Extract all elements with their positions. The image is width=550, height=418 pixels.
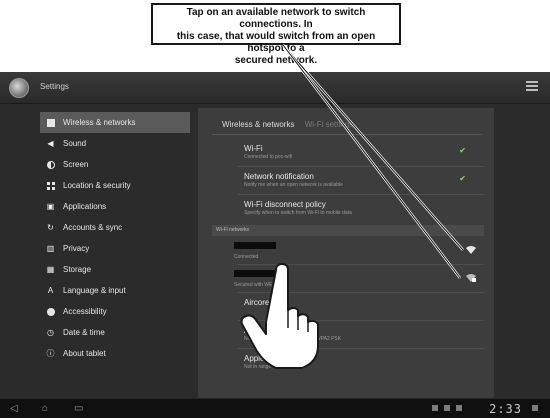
disconnect-title: Wi-Fi disconnect policy (244, 200, 326, 209)
network-status: Connected (234, 254, 259, 260)
download-icon (444, 405, 450, 411)
system-navigation-bar: ◁ ⌂ ▭ 2:33 (0, 398, 550, 418)
sidebar-item-location-security[interactable]: Location & security (40, 175, 190, 196)
privacy-icon: ▥ (46, 244, 55, 253)
wifi-toggle-row[interactable]: Wi-Fi Connected to poc-wifi ✔ (244, 144, 484, 160)
settings-categories: Wireless & networks ◀ Sound Screen Locat… (40, 112, 190, 364)
sidebar-item-privacy[interactable]: ▥ Privacy (40, 238, 190, 259)
wifi-networks-header: Wi-Fi networks (212, 225, 484, 236)
instruction-callout: Tap on an available network to switch co… (151, 3, 401, 66)
divider (238, 166, 484, 167)
notification-subtitle: Notify me when an open network is availa… (244, 182, 343, 188)
wifi-status-icon (532, 405, 538, 411)
usb-icon (432, 405, 438, 411)
tap-hand-icon (240, 263, 319, 369)
sidebar-item-accounts-sync[interactable]: ↻ Accounts & sync (40, 217, 190, 238)
sidebar-item-label: Applications (63, 202, 107, 211)
grid-icon (46, 181, 55, 190)
clock[interactable]: 2:33 (489, 402, 522, 416)
wifi-secured-icon (466, 274, 476, 282)
sidebar-item-storage[interactable]: ▦ Storage (40, 259, 190, 280)
overflow-menu-icon[interactable] (526, 81, 538, 93)
disconnect-subtitle: Specify when to switch from Wi-Fi to mob… (244, 210, 352, 216)
info-icon: ⓘ (46, 349, 55, 358)
wifi-checkbox[interactable]: ✔ (459, 146, 466, 155)
app-title: Settings (40, 82, 69, 91)
sidebar-item-label: Screen (63, 160, 89, 169)
sidebar-item-applications[interactable]: ▣ Applications (40, 196, 190, 217)
accessibility-icon (46, 307, 55, 316)
notification-title: Network notification (244, 172, 314, 181)
callout-line-1: Tap on an available network to switch co… (186, 7, 366, 30)
panel-subtitle: Wi-Fi settings (304, 120, 354, 129)
sidebar-item-label: Privacy (63, 244, 90, 253)
brightness-icon (46, 160, 55, 169)
home-icon[interactable]: ⌂ (42, 403, 48, 414)
recent-apps-icon[interactable]: ▭ (74, 403, 83, 414)
sidebar-item-label: Date & time (63, 328, 105, 337)
divider (238, 194, 484, 195)
callout-line-2: this case, that would switch from an ope… (176, 31, 376, 54)
sidebar-item-label: Accounts & sync (63, 223, 123, 232)
notification-icon (456, 405, 462, 411)
wifi-signal-icon (466, 246, 476, 254)
sidebar-item-label: Location & security (63, 181, 131, 190)
sidebar-item-language-input[interactable]: A Language & input (40, 280, 190, 301)
panel-title: Wireless & networks (222, 120, 295, 129)
sidebar-item-label: Storage (63, 265, 92, 274)
sidebar-item-about-tablet[interactable]: ⓘ About tablet (40, 343, 190, 364)
sidebar-item-label: Accessibility (63, 307, 107, 316)
sidebar-item-date-time[interactable]: ◷ Date & time (40, 322, 190, 343)
apps-icon: ▣ (46, 202, 55, 211)
sidebar-item-wireless[interactable]: Wireless & networks (40, 112, 190, 133)
wifi-title: Wi-Fi (244, 144, 263, 153)
wifi-subtitle: Connected to poc-wifi (244, 154, 293, 160)
sidebar-item-label: Sound (63, 139, 87, 148)
sidebar-item-accessibility[interactable]: Accessibility (40, 301, 190, 322)
storage-icon: ▦ (46, 265, 55, 274)
divider (212, 134, 482, 135)
notification-checkbox[interactable]: ✔ (459, 174, 466, 183)
clock-icon: ◷ (47, 328, 54, 337)
sidebar-item-screen[interactable]: Screen (40, 154, 190, 175)
network-notification-row[interactable]: Network notification Notify me when an o… (244, 172, 484, 188)
action-bar: Settings (0, 72, 550, 104)
back-icon[interactable]: ◁ (10, 403, 18, 414)
sync-icon: ↻ (47, 223, 54, 232)
callout-line-3: secured network. (234, 55, 318, 66)
network-item-connected[interactable]: Connected (234, 242, 484, 260)
sidebar-item-label: Wireless & networks (63, 118, 136, 127)
speaker-icon: ◀ (47, 139, 54, 148)
settings-app-icon[interactable] (9, 78, 29, 98)
disconnect-policy-row[interactable]: Wi-Fi disconnect policy Specify when to … (244, 200, 484, 216)
redacted-network-name (234, 242, 276, 249)
sidebar-item-sound[interactable]: ◀ Sound (40, 133, 190, 154)
panel-header: Wireless & networks Wi-Fi settings (222, 120, 353, 129)
sidebar-item-label: Language & input (63, 286, 126, 295)
tap-label: Tap (281, 330, 302, 344)
language-icon: A (47, 286, 54, 295)
box-icon (46, 118, 55, 127)
sidebar-item-label: About tablet (63, 349, 106, 358)
